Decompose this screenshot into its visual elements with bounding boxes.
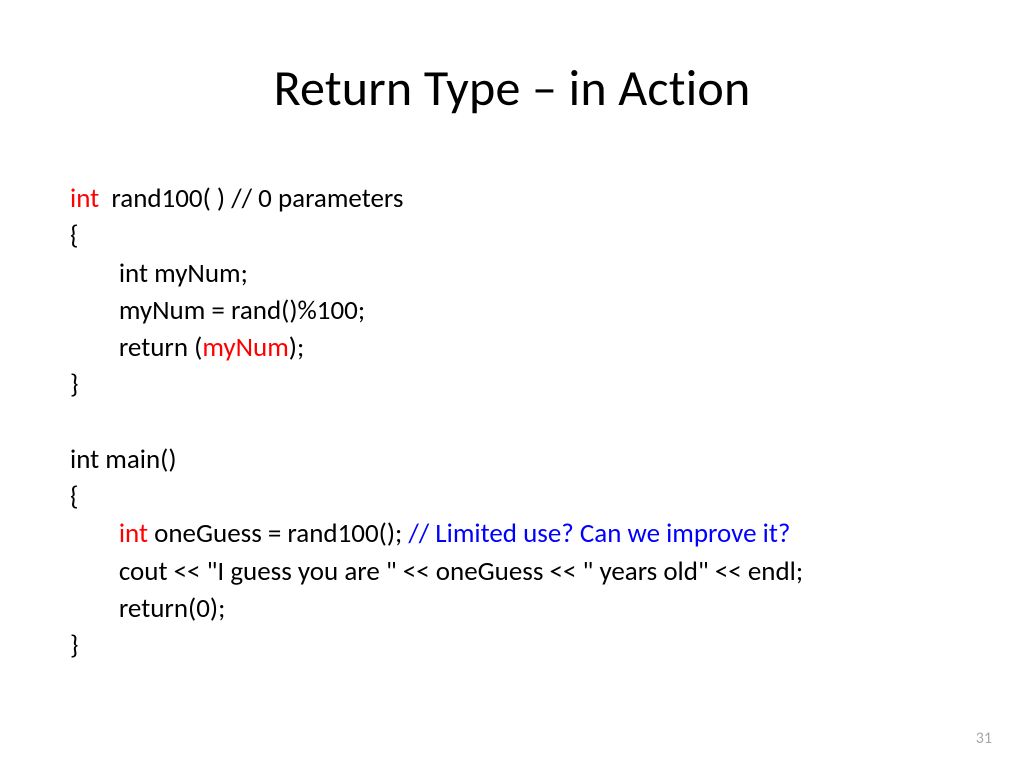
keyword-int: int <box>119 517 148 550</box>
code-text: cout << "I guess you are " << oneGuess <… <box>119 555 803 588</box>
slide-title: Return Type – in Action <box>0 58 1024 119</box>
return-variable: myNum <box>202 331 288 364</box>
code-text: return ( <box>119 331 202 364</box>
code-text: } <box>70 368 79 401</box>
page-number: 31 <box>976 729 992 748</box>
code-text: int main() <box>70 443 177 476</box>
code-block: int rand100( ) // 0 parameters { int myN… <box>70 180 964 664</box>
code-text: { <box>70 480 79 513</box>
code-text: } <box>70 629 79 662</box>
code-comment: // Limited use? Can we improve it? <box>408 517 790 550</box>
code-text: int myNum; <box>119 257 248 290</box>
code-text: { <box>70 219 79 252</box>
slide: Return Type – in Action int rand100( ) /… <box>0 0 1024 768</box>
code-text: return(0); <box>119 592 225 625</box>
keyword-int: int <box>70 182 99 215</box>
code-text: ); <box>289 331 304 364</box>
code-text: myNum = rand()%100; <box>119 294 365 327</box>
code-text: rand100( ) // 0 parameters <box>99 182 403 215</box>
code-text: oneGuess = rand100(); <box>148 517 408 550</box>
